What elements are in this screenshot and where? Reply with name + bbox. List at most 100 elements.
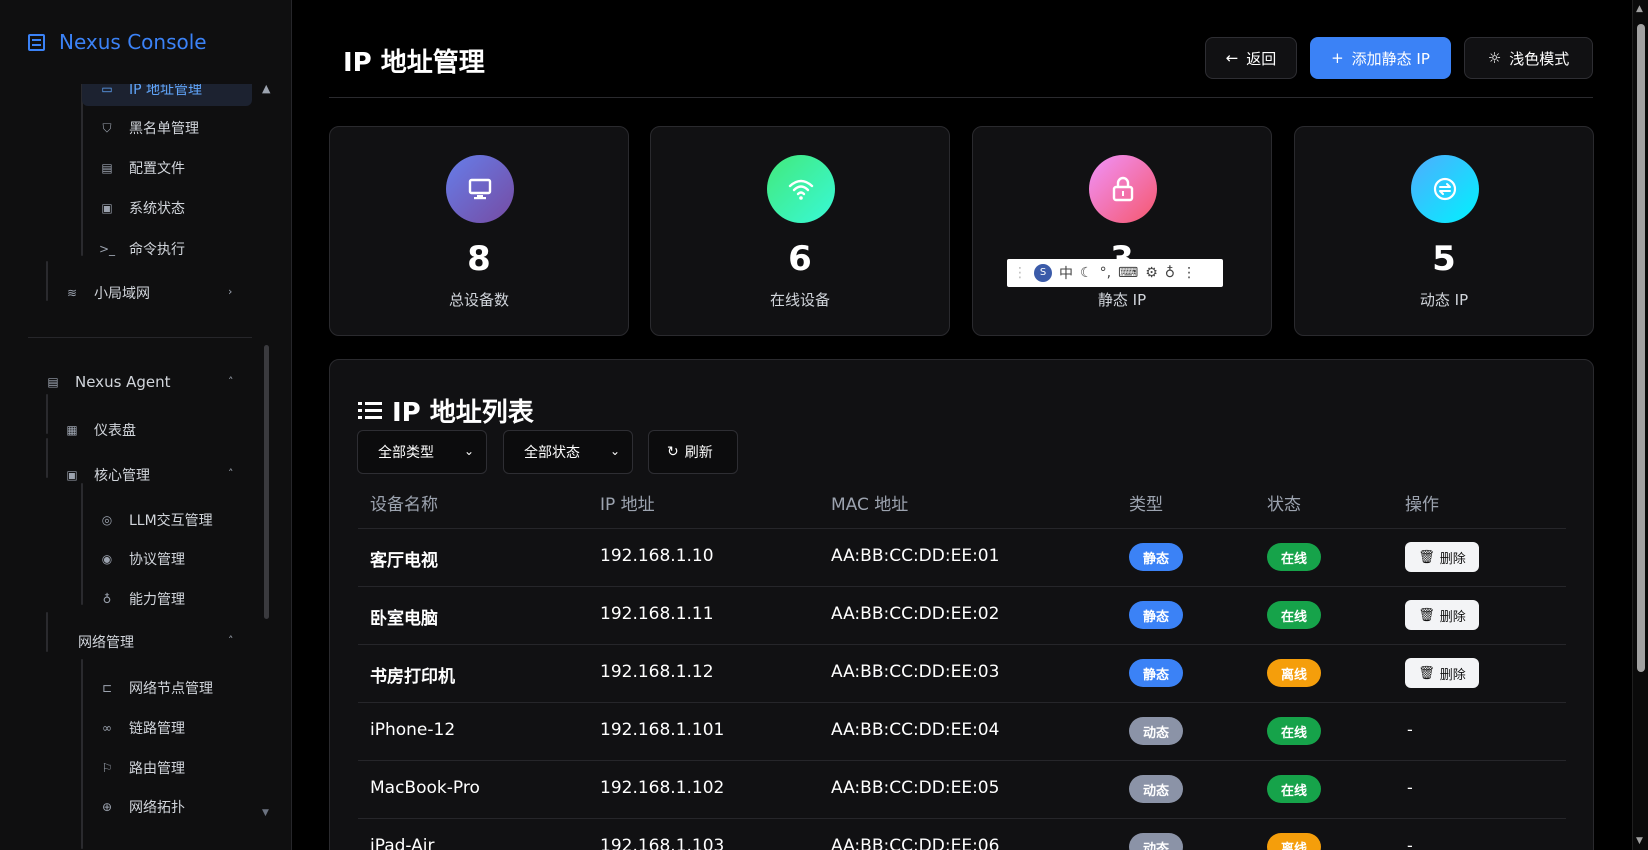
sidebar-item-lan[interactable]: ≋ 小局域网 xyxy=(64,283,150,303)
sidebar-item-label: 网络管理 xyxy=(78,635,134,651)
row-divider xyxy=(358,528,1566,529)
more-icon[interactable]: ⋮ xyxy=(1182,265,1196,281)
chevron-right-icon[interactable]: › xyxy=(228,285,232,298)
page-scrollbar-thumb[interactable] xyxy=(1637,24,1645,672)
sidebar-item-links[interactable]: ∞ 链路管理 xyxy=(99,718,185,738)
sidebar-section-nexus-agent[interactable]: ▤ Nexus Agent xyxy=(45,373,170,391)
back-button[interactable]: ← 返回 xyxy=(1205,37,1297,79)
ip-address: 192.168.1.10 xyxy=(600,546,714,566)
lock-icon xyxy=(1089,155,1157,223)
sidebar-item-label: 黑名单管理 xyxy=(129,121,199,137)
no-action: - xyxy=(1407,720,1413,739)
sub-nav-line xyxy=(46,612,48,652)
sub-nav-line xyxy=(81,84,83,256)
status-filter-select[interactable]: 全部状态 ⌄ xyxy=(503,430,633,474)
main-content: IP 地址管理 ← 返回 + 添加静态 IP ☼ 浅色模式 8 总设备数 6 在… xyxy=(293,0,1632,850)
shield-icon: ⛉ xyxy=(102,120,112,135)
sidebar-item-topology[interactable]: ⊕ 网络拓扑 xyxy=(99,797,185,817)
sidebar-item-dashboard[interactable]: ▦ 仪表盘 xyxy=(64,420,136,440)
scroll-down-icon[interactable]: ▼ xyxy=(262,808,269,818)
trash-icon: 🗑 xyxy=(1418,607,1435,623)
chevron-up-icon[interactable]: ˄ xyxy=(228,634,234,647)
terminal-icon: >_ xyxy=(99,242,116,256)
sidebar-item-label: 小局域网 xyxy=(94,286,150,302)
refresh-button[interactable]: ↻ 刷新 xyxy=(648,430,738,474)
sidebar-item-network-nodes[interactable]: ⊏ 网络节点管理 xyxy=(99,678,213,698)
scroll-up-icon[interactable]: ▲ xyxy=(1636,4,1643,14)
drag-handle-icon[interactable]: ⋮ xyxy=(1013,265,1027,281)
ip-address: 192.168.1.101 xyxy=(600,720,725,740)
sidebar-item-ip-management[interactable]: ▭ IP 地址管理 xyxy=(99,84,202,99)
type-filter-select[interactable]: 全部类型 ⌄ xyxy=(357,430,487,474)
column-header-status: 状态 xyxy=(1267,495,1301,515)
mac-address: AA:BB:CC:DD:EE:04 xyxy=(831,720,1000,740)
chinese-mode-toggle[interactable]: 中 xyxy=(1059,263,1073,283)
link-icon: ∞ xyxy=(102,721,112,735)
nodes-icon: ⊏ xyxy=(101,681,113,695)
stat-value: 8 xyxy=(467,239,491,279)
stat-card-total: 8 总设备数 xyxy=(329,126,629,336)
sidebar-item-label: 仪表盘 xyxy=(94,423,136,439)
sidebar-item-config-files[interactable]: ▤ 配置文件 xyxy=(99,158,185,178)
ip-address: 192.168.1.103 xyxy=(600,836,725,850)
target-icon: ◉ xyxy=(101,552,113,566)
console-icon xyxy=(28,33,45,51)
grid-icon: ▦ xyxy=(66,423,78,437)
back-button-label: 返回 xyxy=(1246,49,1277,68)
sidebar-item-protocol[interactable]: ◉ 协议管理 xyxy=(99,549,185,569)
refresh-label: 刷新 xyxy=(684,445,713,461)
chevron-up-icon[interactable]: ▲ xyxy=(262,84,270,95)
sidebar-item-routes[interactable]: ⚐ 路由管理 xyxy=(99,758,185,778)
sidebar-item-label: IP 地址管理 xyxy=(129,84,203,98)
sub-nav-line xyxy=(81,659,83,849)
delete-button[interactable]: 🗑 删除 xyxy=(1405,542,1479,572)
moon-icon[interactable]: ☾ xyxy=(1080,265,1093,281)
type-badge: 静态 xyxy=(1129,543,1183,571)
type-badge: 动态 xyxy=(1129,775,1183,803)
mac-address: AA:BB:CC:DD:EE:05 xyxy=(831,778,1000,798)
sidebar-item-system-status[interactable]: ▣ 系统状态 xyxy=(99,198,185,218)
sidebar-item-command-exec[interactable]: >_ 命令执行 xyxy=(99,239,185,259)
sidebar-item-llm[interactable]: ◎ LLM交互管理 xyxy=(99,510,213,530)
add-static-ip-label: 添加静态 IP xyxy=(1351,49,1430,68)
add-static-ip-button[interactable]: + 添加静态 IP xyxy=(1310,37,1451,79)
page-scrollbar[interactable]: ▲ ▼ xyxy=(1632,0,1648,850)
device-name: iPad-Air xyxy=(370,836,435,850)
brand[interactable]: Nexus Console xyxy=(28,30,207,54)
plus-icon: + xyxy=(1331,49,1344,67)
sidebar: Nexus Console ▭ IP 地址管理 ▲ ⛉ 黑名单管理 ▤ 配置文件… xyxy=(0,0,292,850)
delete-button[interactable]: 🗑 删除 xyxy=(1405,658,1479,688)
type-badge: 动态 xyxy=(1129,833,1183,850)
ip-address: 192.168.1.12 xyxy=(600,662,714,682)
status-icon: ▣ xyxy=(101,201,113,215)
robot-icon: ◎ xyxy=(101,513,113,527)
scroll-down-icon[interactable]: ▼ xyxy=(1636,836,1643,846)
delete-button[interactable]: 🗑 删除 xyxy=(1405,600,1479,630)
globe-icon: ⊕ xyxy=(101,800,113,814)
punctuation-icon[interactable]: °, xyxy=(1100,265,1111,281)
ime-logo-icon[interactable]: S xyxy=(1034,264,1052,282)
row-divider xyxy=(358,760,1566,761)
sidebar-item-network-management[interactable]: 网络管理 xyxy=(78,632,134,652)
sidebar-item-label: 链路管理 xyxy=(129,721,185,737)
sidebar-item-label: 协议管理 xyxy=(129,552,185,568)
ime-toolbar[interactable]: ⋮ S 中 ☾ °, ⌨ ⚙ ♁ ⋮ xyxy=(1007,259,1223,287)
gear-icon[interactable]: ⚙ xyxy=(1145,265,1158,281)
chevron-up-icon[interactable]: ˄ xyxy=(228,467,234,480)
sidebar-item-blacklist[interactable]: ⛉ 黑名单管理 xyxy=(99,118,199,138)
device-name: 客厅电视 xyxy=(370,551,438,571)
device-name: iPhone-12 xyxy=(370,720,456,740)
wifi-icon xyxy=(767,155,835,223)
sidebar-item-core-management[interactable]: ▣ 核心管理 xyxy=(64,465,150,485)
sidebar-item-capability[interactable]: ♁ 能力管理 xyxy=(99,589,185,609)
sidebar-scroll-area: ▭ IP 地址管理 ▲ ⛉ 黑名单管理 ▤ 配置文件 ▣ 系统状态 >_ 命令执… xyxy=(0,84,291,850)
stat-label: 动态 IP xyxy=(1419,291,1469,309)
monitor-icon xyxy=(446,155,514,223)
theme-toggle-button[interactable]: ☼ 浅色模式 xyxy=(1464,37,1593,79)
microphone-icon[interactable]: ♁ xyxy=(1165,265,1175,281)
chevron-up-icon[interactable]: ˄ xyxy=(228,375,234,388)
keyboard-icon[interactable]: ⌨ xyxy=(1118,265,1138,281)
header-divider xyxy=(329,97,1593,98)
sidebar-scrollbar[interactable] xyxy=(264,345,269,619)
trash-icon: 🗑 xyxy=(1418,549,1435,565)
